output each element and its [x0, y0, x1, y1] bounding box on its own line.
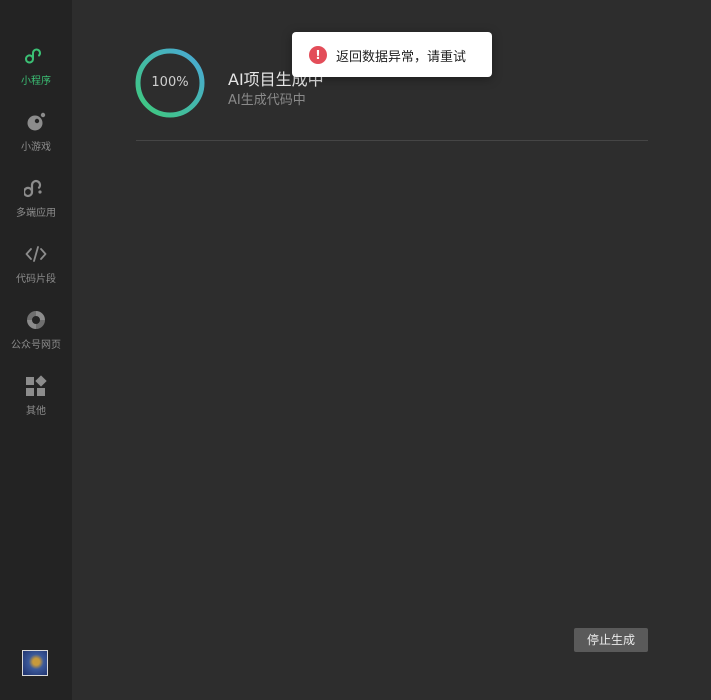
sidebar-item-multi-platform[interactable]: 多端应用 — [0, 176, 72, 236]
sidebar-item-label: 小游戏 — [21, 142, 51, 153]
sidebar-item-label: 代码片段 — [16, 274, 56, 285]
official-account-icon — [27, 311, 45, 329]
sidebar-item-official-account[interactable]: 公众号网页 — [0, 308, 72, 368]
sidebar-item-mini-game[interactable]: 小游戏 — [0, 110, 72, 170]
multi-platform-icon — [24, 179, 42, 198]
sidebar-item-label: 公众号网页 — [11, 340, 61, 351]
error-toast: ! 返回数据异常，请重试 — [292, 32, 492, 77]
avatar[interactable] — [22, 650, 48, 676]
toast-message: 返回数据异常，请重试 — [336, 50, 467, 65]
mini-program-icon — [25, 48, 41, 64]
sidebar-item-label: 其他 — [26, 406, 46, 417]
error-icon: ! — [309, 46, 327, 64]
sidebar-item-mini-program[interactable]: 小程序 — [0, 44, 72, 104]
sidebar-item-code-snippet[interactable]: 代码片段 — [0, 242, 72, 302]
divider — [136, 140, 648, 141]
sidebar-item-other[interactable]: 其他 — [0, 374, 72, 434]
other-icon — [26, 375, 47, 396]
sidebar-item-label: 多端应用 — [16, 208, 56, 219]
sidebar: 小程序 小游戏 多端应用 代码片段 公众号网页 其他 — [0, 0, 72, 700]
code-snippet-icon — [25, 246, 47, 262]
sidebar-item-label: 小程序 — [21, 76, 51, 87]
mini-game-icon — [27, 112, 46, 131]
stop-generation-button[interactable]: 停止生成 — [574, 628, 648, 652]
progress-percent: 100% — [151, 75, 189, 90]
generation-subtitle: AI生成代码中 — [228, 93, 306, 108]
